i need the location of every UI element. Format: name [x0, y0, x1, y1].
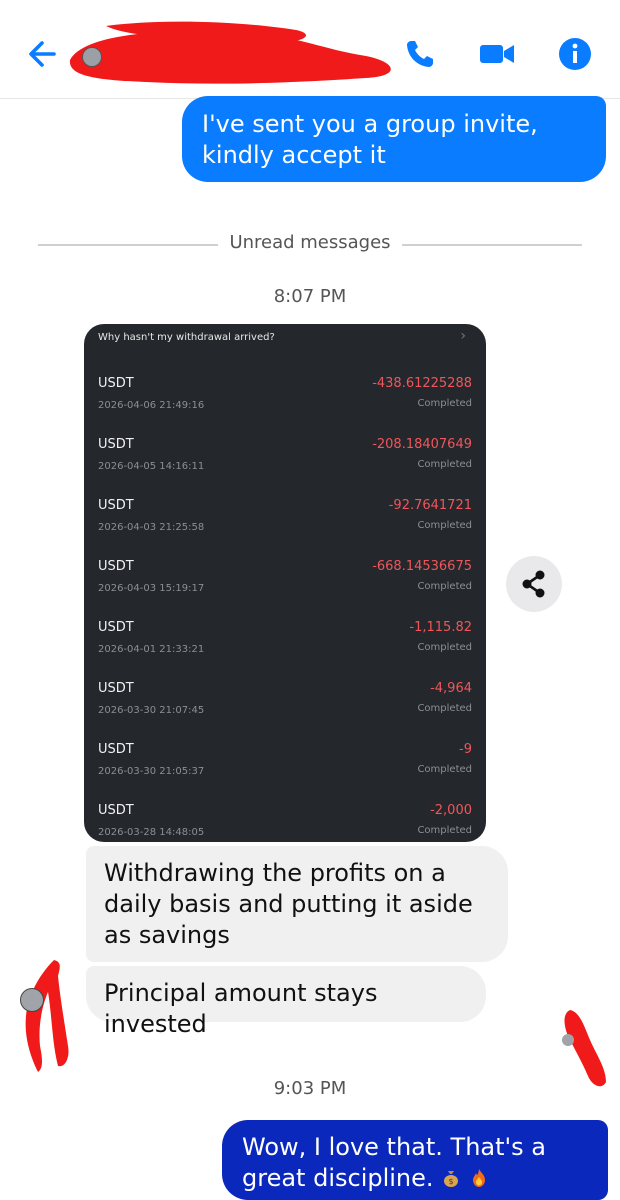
divider-line: [38, 244, 218, 246]
transaction-date: 2026-04-03 21:25:58: [98, 522, 205, 533]
video-call-button[interactable]: [478, 36, 516, 72]
info-button[interactable]: [556, 36, 594, 72]
video-camera-icon: [480, 45, 514, 63]
avatar[interactable]: [82, 47, 102, 67]
transaction-amount: -92.7641721: [388, 498, 472, 513]
fire-icon: [472, 1169, 485, 1187]
info-icon: [559, 38, 591, 70]
transaction-status: Completed: [417, 764, 472, 775]
transaction-date: 2026-03-30 21:05:37: [98, 766, 205, 777]
transaction-amount: -9: [459, 742, 472, 757]
avatar[interactable]: [20, 988, 44, 1012]
transaction-status: Completed: [417, 459, 472, 470]
money-bag-icon: $: [444, 1171, 459, 1187]
transaction-row: USDT 2026-03-30 21:05:37 -9 Completed: [84, 734, 486, 792]
transaction-amount: -1,115.82: [409, 620, 472, 635]
message-text: Principal amount stays invested: [104, 979, 378, 1038]
transaction-date: 2026-04-03 15:19:17: [98, 583, 205, 594]
transaction-row: USDT 2026-04-06 21:49:16 -438.61225288 Comp…: [84, 368, 486, 426]
outgoing-message[interactable]: Wow, I love that. That's a great discipl…: [222, 1120, 608, 1200]
transaction-currency: USDT: [98, 620, 134, 635]
transaction-date: 2026-03-30 21:07:45: [98, 705, 205, 716]
transaction-row: USDT 2026-04-05 14:16:11 -208.18407649 Comp…: [84, 429, 486, 487]
arrow-left-icon: [29, 41, 56, 67]
transaction-date: 2026-04-06 21:49:16: [98, 400, 205, 411]
svg-text:$: $: [449, 1177, 454, 1186]
message-text: Withdrawing the profits on a daily basis…: [104, 859, 473, 949]
transaction-row: USDT 2026-04-03 21:25:58 -92.7641721 Comple…: [84, 490, 486, 548]
transaction-status: Completed: [417, 520, 472, 531]
transaction-row: USDT 2026-04-03 15:19:17 -668.14536675 Comp…: [84, 551, 486, 609]
unread-divider: Unread messages: [38, 232, 582, 258]
read-receipt-avatar: [562, 1034, 574, 1046]
transaction-currency: USDT: [98, 437, 134, 452]
screenshot-heading: Why hasn't my withdrawal arrived?: [98, 332, 275, 343]
outgoing-message[interactable]: I've sent you a group invite, kindly acc…: [182, 96, 606, 182]
redaction-scribble: [69, 21, 391, 84]
transaction-currency: USDT: [98, 803, 134, 818]
transaction-amount: -4,964: [430, 681, 472, 696]
divider-line: [402, 244, 582, 246]
transaction-currency: USDT: [98, 559, 134, 574]
transaction-status: Completed: [417, 825, 472, 836]
call-button[interactable]: [402, 36, 440, 72]
transaction-currency: USDT: [98, 681, 134, 696]
incoming-message[interactable]: Principal amount stays invested: [86, 966, 486, 1038]
incoming-message[interactable]: Withdrawing the profits on a daily basis…: [86, 846, 508, 962]
transaction-row: USDT 2026-03-30 21:07:45 -4,964 Completed: [84, 673, 486, 731]
transaction-amount: -438.61225288: [372, 376, 472, 391]
transaction-currency: USDT: [98, 742, 134, 757]
transaction-date: 2026-04-01 21:33:21: [98, 644, 205, 655]
back-button[interactable]: [24, 36, 64, 72]
transaction-status: Completed: [417, 703, 472, 714]
transaction-amount: -668.14536675: [372, 559, 472, 574]
transaction-amount: -2,000: [430, 803, 472, 818]
timestamp: 8:07 PM: [273, 286, 347, 307]
timestamp: 9:03 PM: [273, 1078, 347, 1099]
transaction-row: USDT 2026-04-01 21:33:21 -1,115.82 Complete…: [84, 612, 486, 670]
transaction-status: Completed: [417, 398, 472, 409]
transaction-currency: USDT: [98, 376, 134, 391]
message-text: I've sent you a group invite, kindly acc…: [202, 110, 538, 169]
divider-label: Unread messages: [229, 232, 391, 253]
transaction-currency: USDT: [98, 498, 134, 513]
transaction-status: Completed: [417, 642, 472, 653]
transaction-amount: -208.18407649: [372, 437, 472, 452]
transaction-status: Completed: [417, 581, 472, 592]
phone-icon: [407, 41, 433, 67]
share-button[interactable]: [506, 556, 562, 612]
chevron-right-icon: ›: [460, 328, 466, 344]
transaction-date: 2026-03-28 14:48:05: [98, 827, 205, 838]
redaction-scribble: [25, 960, 69, 1072]
image-attachment[interactable]: Why hasn't my withdrawal arrived? › USDT…: [84, 324, 486, 842]
transaction-row: USDT 2026-03-28 14:48:05 -2,000 Completed: [84, 795, 486, 842]
transaction-date: 2026-04-05 14:16:11: [98, 461, 205, 472]
chat-header: [0, 0, 620, 99]
message-text: Wow, I love that. That's a great discipl…: [242, 1133, 546, 1192]
share-icon: [522, 570, 545, 598]
